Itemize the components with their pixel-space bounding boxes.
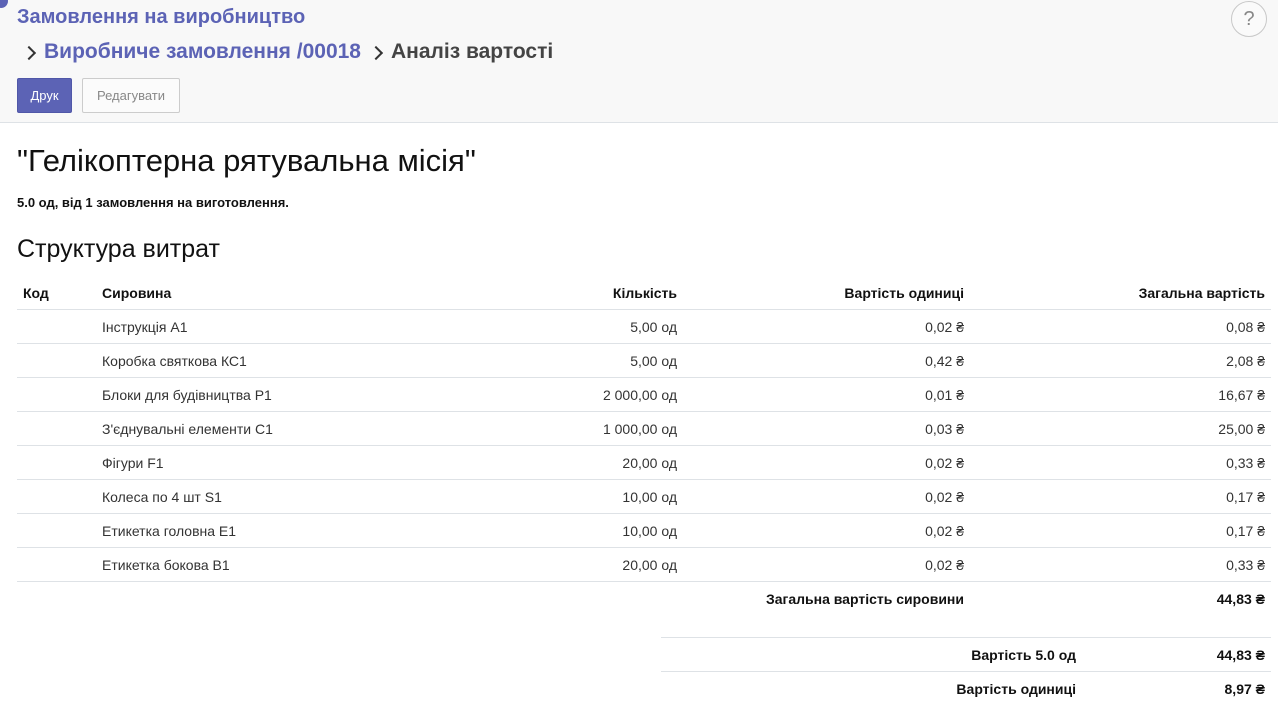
column-header-total-cost: Загальна вартість bbox=[970, 276, 1271, 310]
table-header-row: Код Сировина Кількість Вартість одиниці … bbox=[17, 276, 1271, 310]
column-header-unit-cost: Вартість одиниці bbox=[683, 276, 970, 310]
cell-total-cost: 0,08 ₴ bbox=[970, 309, 1271, 344]
breadcrumb-order-link[interactable]: Виробниче замовлення /00018 bbox=[44, 40, 361, 64]
table-row[interactable]: Колеса по 4 шт S1 10,00 од 0,02 ₴ 0,17 ₴ bbox=[17, 479, 1271, 514]
cell-material: З'єднувальні елементи C1 bbox=[96, 411, 421, 446]
raw-material-total-label: Загальна вартість сировини bbox=[765, 590, 964, 607]
summary-label: Вартість 5.0 од bbox=[661, 637, 1082, 672]
table-row[interactable]: Етикетка бокова B1 20,00 од 0,02 ₴ 0,33 ₴ bbox=[17, 547, 1271, 582]
cell-unit-cost: 0,02 ₴ bbox=[683, 547, 970, 582]
cell-code bbox=[17, 377, 96, 412]
table-row[interactable]: Блоки для будівництва P1 2 000,00 од 0,01 … bbox=[17, 377, 1271, 412]
report-title: "Гелікоптерна рятувальна місія" bbox=[17, 143, 476, 178]
cell-material: Колеса по 4 шт S1 bbox=[96, 479, 421, 514]
cell-code bbox=[17, 411, 96, 446]
cost-summary-table: Вартість 5.0 од 44,83 ₴ Вартість одиниці… bbox=[661, 637, 1271, 705]
cell-unit-cost: 0,02 ₴ bbox=[683, 479, 970, 514]
cell-code bbox=[17, 343, 96, 378]
column-header-code: Код bbox=[17, 276, 96, 310]
table-row[interactable]: Інструкція A1 5,00 од 0,02 ₴ 0,08 ₴ bbox=[17, 309, 1271, 344]
summary-row: Вартість 5.0 од 44,83 ₴ bbox=[661, 637, 1271, 672]
chevron-right-icon bbox=[368, 45, 384, 61]
cell-code bbox=[17, 547, 96, 582]
table-row[interactable]: З'єднувальні елементи C1 1 000,00 од 0,03 … bbox=[17, 411, 1271, 446]
cell-total-cost: 0,33 ₴ bbox=[970, 547, 1271, 582]
cell-total-cost: 16,67 ₴ bbox=[970, 377, 1271, 412]
cell-code bbox=[17, 479, 96, 514]
cell-unit-cost: 0,02 ₴ bbox=[683, 445, 970, 480]
edit-button[interactable]: Редагувати bbox=[82, 78, 180, 113]
cell-unit-cost: 0,02 ₴ bbox=[683, 309, 970, 344]
table-row[interactable]: Етикетка головна E1 10,00 од 0,02 ₴ 0,17 ₴ bbox=[17, 513, 1271, 548]
raw-material-total-row: Загальна вартість сировини 44,83 ₴ bbox=[17, 582, 1271, 616]
cell-unit-cost: 0,03 ₴ bbox=[683, 411, 970, 446]
corner-indicator bbox=[0, 0, 8, 8]
summary-row: Вартість одиниці 8,97 ₴ bbox=[661, 672, 1271, 706]
cell-unit-cost: 0,02 ₴ bbox=[683, 513, 970, 548]
table-row[interactable]: Фігури F1 20,00 од 0,02 ₴ 0,33 ₴ bbox=[17, 445, 1271, 480]
cell-quantity: 10,00 од bbox=[421, 479, 683, 514]
cell-total-cost: 0,33 ₴ bbox=[970, 445, 1271, 480]
breadcrumb-root-link[interactable]: Замовлення на виробництво bbox=[17, 6, 305, 29]
cell-quantity: 20,00 од bbox=[421, 547, 683, 582]
control-panel: Замовлення на виробництво Виробниче замо… bbox=[0, 0, 1278, 123]
cell-total-cost: 25,00 ₴ bbox=[970, 411, 1271, 446]
cell-material: Етикетка бокова B1 bbox=[96, 547, 421, 582]
cell-code bbox=[17, 513, 96, 548]
help-button[interactable]: ? bbox=[1231, 1, 1267, 37]
cell-material: Коробка святкова КС1 bbox=[96, 343, 421, 378]
column-header-material: Сировина bbox=[96, 276, 421, 310]
cell-code bbox=[17, 445, 96, 480]
cell-unit-cost: 0,01 ₴ bbox=[683, 377, 970, 412]
summary-label: Вартість одиниці bbox=[956, 680, 1076, 697]
cell-material: Фігури F1 bbox=[96, 445, 421, 480]
breadcrumb: Виробниче замовлення /00018 Аналіз варто… bbox=[21, 40, 554, 64]
cell-code bbox=[17, 309, 96, 344]
cell-material: Інструкція A1 bbox=[96, 309, 421, 344]
cell-quantity: 5,00 од bbox=[421, 343, 683, 378]
cost-structure-table: Код Сировина Кількість Вартість одиниці … bbox=[17, 276, 1271, 615]
cell-quantity: 10,00 од bbox=[421, 513, 683, 548]
column-header-quantity: Кількість bbox=[421, 276, 683, 310]
section-title: Структура витрат bbox=[17, 235, 220, 263]
report-subtitle: 5.0 од, від 1 замовлення на виготовлення… bbox=[17, 195, 289, 210]
cell-total-cost: 0,17 ₴ bbox=[970, 513, 1271, 548]
cell-quantity: 5,00 од bbox=[421, 309, 683, 344]
chevron-right-icon bbox=[21, 45, 37, 61]
cell-quantity: 20,00 од bbox=[421, 445, 683, 480]
cell-quantity: 1 000,00 од bbox=[421, 411, 683, 446]
cell-material: Блоки для будівництва P1 bbox=[96, 377, 421, 412]
cell-material: Етикетка головна E1 bbox=[96, 513, 421, 548]
cell-unit-cost: 0,42 ₴ bbox=[683, 343, 970, 378]
cell-quantity: 2 000,00 од bbox=[421, 377, 683, 412]
cell-total-cost: 0,17 ₴ bbox=[970, 479, 1271, 514]
summary-value: 44,83 ₴ bbox=[1082, 637, 1271, 672]
table-row[interactable]: Коробка святкова КС1 5,00 од 0,42 ₴ 2,08 ₴ bbox=[17, 343, 1271, 378]
breadcrumb-current: Аналіз вартості bbox=[391, 40, 554, 63]
print-button[interactable]: Друк bbox=[17, 78, 72, 113]
summary-value: 8,97 ₴ bbox=[1224, 680, 1265, 697]
raw-material-total-value: 44,83 ₴ bbox=[1216, 590, 1265, 607]
cell-total-cost: 2,08 ₴ bbox=[970, 343, 1271, 378]
